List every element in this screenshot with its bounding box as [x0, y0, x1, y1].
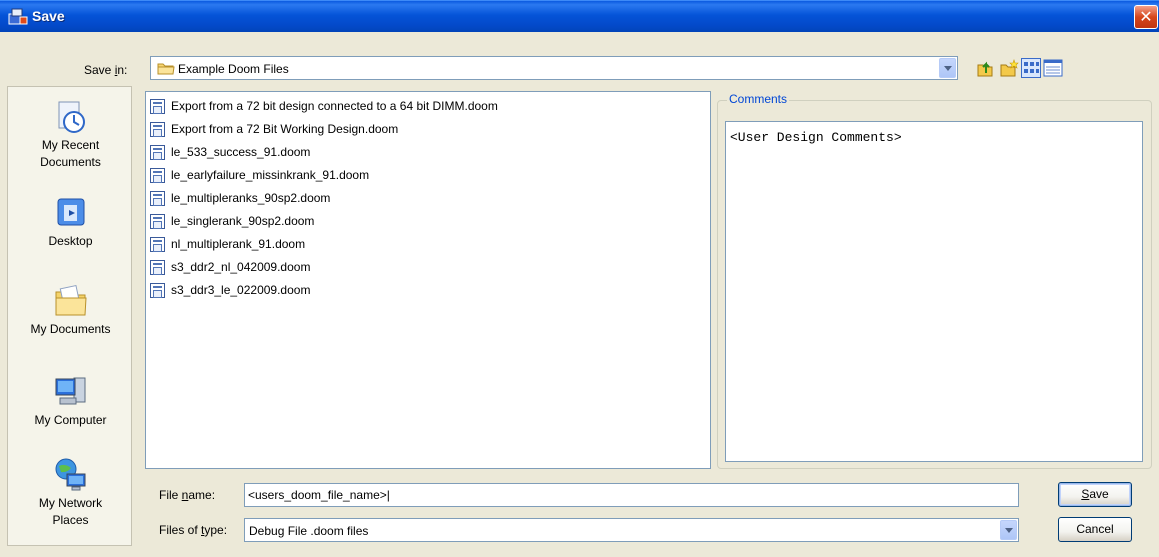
comments-legend: Comments [727, 92, 790, 106]
doom-file-icon [150, 121, 165, 137]
list-item[interactable]: le_earlyfailure_missinkrank_91.doom [150, 165, 369, 185]
save-in-value: Example Doom Files [178, 62, 289, 76]
list-item[interactable]: le_singlerank_90sp2.doom [150, 211, 314, 231]
file-name: le_533_success_91.doom [171, 145, 311, 159]
save-button-label: ave [1089, 487, 1109, 501]
file-name: nl_multiplerank_91.doom [171, 237, 306, 251]
my-documents-icon [55, 284, 87, 316]
file-name-label-suffix: ame: [188, 488, 216, 502]
file-name-label-prefix: File [159, 488, 182, 502]
list-item[interactable]: s3_ddr3_le_022009.doom [150, 280, 310, 300]
window-title: Save [32, 8, 65, 24]
file-type-label: Files of type: [159, 523, 227, 537]
doom-file-icon [150, 236, 165, 252]
close-icon: ✕ [1139, 7, 1153, 26]
chevron-down-icon[interactable] [939, 58, 956, 78]
place-label-line1: Desktop [48, 234, 93, 248]
doom-file-icon [150, 98, 165, 114]
list-item[interactable]: le_533_success_91.doom [150, 142, 310, 162]
up-folder-icon[interactable] [975, 58, 995, 78]
file-name: le_multipleranks_90sp2.doom [171, 191, 331, 205]
doom-file-icon [150, 190, 165, 206]
save-in-label-suffix: n: [117, 63, 128, 77]
list-item[interactable]: Export from a 72 Bit Working Design.doom [150, 119, 398, 139]
place-label-line1: My Computer [34, 413, 107, 427]
file-type-value: Debug File .doom files [249, 524, 369, 538]
place-label-line2: Documents [40, 155, 101, 169]
list-item[interactable]: le_multipleranks_90sp2.doom [150, 188, 330, 208]
file-type-label-prefix: Files of [159, 523, 202, 537]
save-in-label: Save in: [84, 63, 127, 77]
file-name: Export from a 72 Bit Working Design.doom [171, 122, 399, 136]
file-list[interactable]: Export from a 72 bit design connected to… [145, 91, 711, 469]
place-my-computer[interactable]: My Computer [8, 374, 133, 429]
file-name: s3_ddr3_le_022009.doom [171, 283, 311, 297]
file-name: Export from a 72 bit design connected to… [171, 99, 498, 113]
place-my-network-places[interactable]: My Network Places [8, 457, 133, 529]
doom-file-icon [150, 282, 165, 298]
place-my-documents[interactable]: My Documents [8, 283, 133, 338]
file-name: s3_ddr2_nl_042009.doom [171, 260, 311, 274]
network-places-icon [55, 458, 85, 491]
my-computer-icon [55, 377, 85, 405]
desktop-icon [57, 198, 84, 226]
places-bar: My Recent Documents Desktop My Documents… [7, 86, 132, 546]
doom-file-icon [150, 213, 165, 229]
file-type-dropdown[interactable]: Debug File .doom files [244, 518, 1019, 542]
save-button[interactable]: Save [1058, 482, 1132, 507]
list-view-icon[interactable] [1021, 58, 1041, 78]
place-label-line1: My Recent [41, 138, 100, 152]
new-folder-icon[interactable] [999, 58, 1019, 78]
details-view-icon[interactable] [1043, 58, 1063, 78]
place-desktop[interactable]: Desktop [8, 195, 133, 250]
place-label-line1: My Documents [30, 322, 111, 336]
save-in-dropdown[interactable]: Example Doom Files [150, 56, 958, 80]
cancel-button[interactable]: Cancel [1058, 517, 1132, 542]
list-item[interactable]: Export from a 72 bit design connected to… [150, 96, 498, 116]
doom-file-icon [150, 144, 165, 160]
doom-file-icon [150, 259, 165, 275]
folder-icon [157, 63, 175, 75]
comments-textarea[interactable]: <User Design Comments> [725, 121, 1143, 462]
place-label-line2: Places [52, 513, 89, 527]
list-item[interactable]: s3_ddr2_nl_042009.doom [150, 257, 310, 277]
recent-documents-icon [58, 101, 85, 133]
close-button[interactable]: ✕ [1134, 5, 1158, 29]
file-name-input[interactable]: <users_doom_file_name>| [244, 483, 1019, 507]
chevron-down-icon[interactable] [1000, 520, 1017, 540]
place-label-line1: My Network [38, 496, 103, 510]
app-icon [8, 8, 28, 25]
file-name: le_earlyfailure_missinkrank_91.doom [171, 168, 370, 182]
file-name: le_singlerank_90sp2.doom [171, 214, 315, 228]
list-item[interactable]: nl_multiplerank_91.doom [150, 234, 305, 254]
title-bar[interactable]: Save ✕ [0, 0, 1159, 32]
file-type-label-suffix: ype: [204, 523, 228, 537]
file-name-label: File name: [159, 488, 215, 502]
save-in-label-prefix: Save [84, 63, 115, 77]
place-my-recent-documents[interactable]: My Recent Documents [8, 99, 133, 171]
doom-file-icon [150, 167, 165, 183]
